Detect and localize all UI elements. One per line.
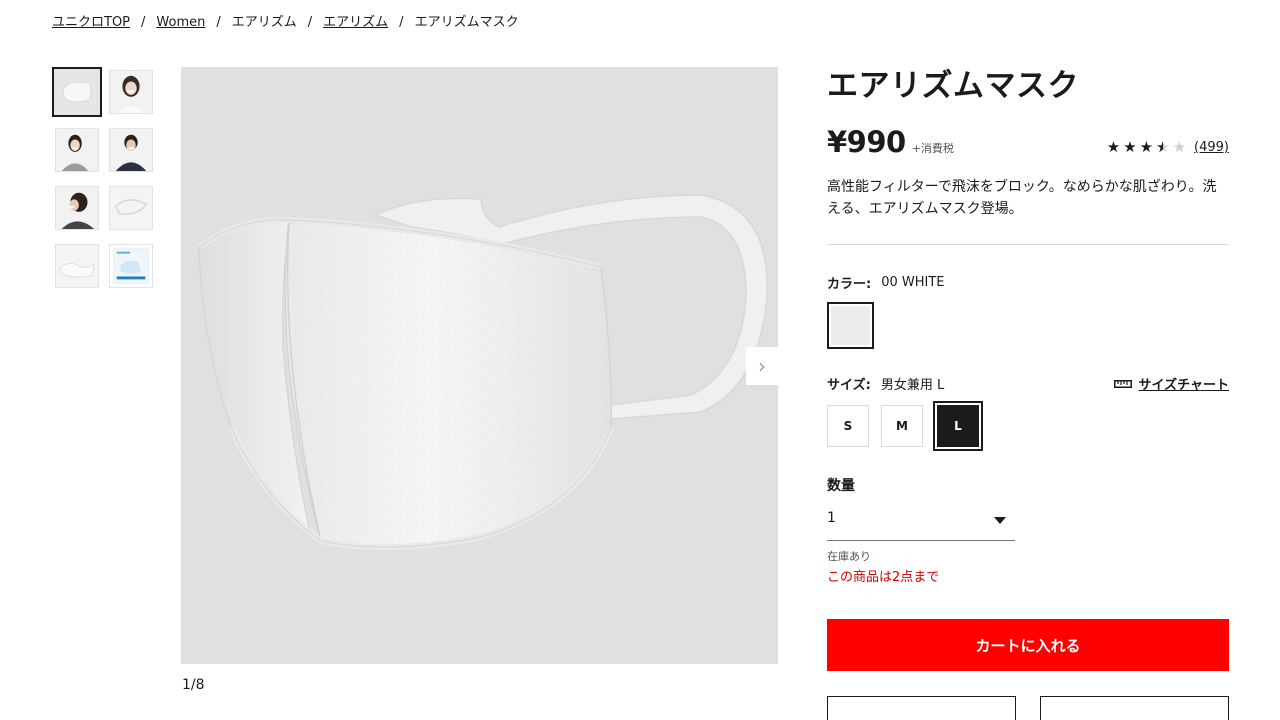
- breadcrumb-link-women[interactable]: Women: [156, 14, 205, 32]
- rating-stars: ★ ★ ★ ★ ★: [1106, 138, 1189, 156]
- quantity-value: 1: [827, 510, 836, 526]
- thumbnail-package[interactable]: [109, 244, 153, 288]
- color-label-row: カラー: 00 WHITE: [827, 273, 1229, 292]
- product-title: エアリズムマスク: [827, 68, 1079, 104]
- quantity-select[interactable]: 1: [827, 509, 1015, 541]
- star-half-icon: ★: [1156, 140, 1169, 156]
- size-label: サイズ:: [827, 378, 871, 393]
- price-row: ¥990 +消費税 ★ ★ ★ ★ ★ (499): [827, 125, 1229, 159]
- size-option-s[interactable]: S: [827, 405, 869, 447]
- product-price: ¥990: [827, 125, 906, 159]
- breadcrumb-separator: /: [141, 15, 146, 30]
- size-options: S M L: [827, 401, 1229, 451]
- tax-note: +消費税: [911, 142, 954, 155]
- size-option-l[interactable]: L: [933, 401, 983, 451]
- breadcrumb-link-airism[interactable]: エアリズム: [232, 14, 297, 32]
- ruler-icon: [1113, 379, 1132, 388]
- thumbnail-model-side[interactable]: [55, 186, 99, 230]
- thumbnail-model-grey-front[interactable]: [55, 128, 99, 172]
- thumbnail-mask-flat[interactable]: [55, 244, 99, 288]
- breadcrumb-current: エアリズムマスク: [414, 15, 519, 30]
- thumbnail-list: [52, 67, 155, 288]
- size-chart-label: サイズチャート: [1138, 378, 1229, 393]
- divider: [827, 244, 1229, 245]
- size-chart-link[interactable]: サイズチャート: [1113, 374, 1229, 393]
- size-header: サイズ: 男女兼用 L サイズチャート: [827, 374, 1229, 393]
- star-full-icon: ★: [1139, 138, 1154, 156]
- rating: ★ ★ ★ ★ ★ (499): [1106, 138, 1229, 156]
- size-section: サイズ: 男女兼用 L サイズチャート S M L: [827, 374, 1229, 451]
- stock-status: 在庫あり: [827, 550, 871, 563]
- star-full-icon: ★: [1123, 138, 1137, 156]
- add-to-cart-button[interactable]: カートに入れる: [827, 619, 1229, 671]
- product-page: ユニクロTOP / Women / エアリズム / エアリズム / エアリズムマ…: [0, 0, 1280, 720]
- product-info: エアリズムマスク ¥990 +消費税 ★ ★ ★ ★ ★ (499) 高性能フィ…: [827, 66, 1229, 720]
- secondary-buttons: [827, 696, 1229, 720]
- secondary-button-right[interactable]: [1040, 696, 1229, 720]
- quantity-section: 数量 1 在庫あり この商品は2点まで: [827, 475, 1229, 585]
- mask-image: [181, 67, 778, 664]
- main-product-image: ›: [181, 67, 778, 664]
- breadcrumb-separator: /: [399, 15, 404, 30]
- chevron-right-icon: ›: [758, 354, 766, 378]
- image-counter: 1/8: [182, 677, 205, 693]
- thumbnail-mask-straps[interactable]: [109, 186, 153, 230]
- purchase-limit: この商品は2点まで: [827, 570, 940, 585]
- star-full-icon: ★: [1106, 138, 1121, 156]
- size-option-m[interactable]: M: [881, 405, 923, 447]
- color-label: カラー:: [827, 277, 872, 292]
- thumbnail-mask-front[interactable]: [52, 67, 102, 117]
- color-value: 00 WHITE: [881, 275, 945, 290]
- price-group: ¥990 +消費税: [827, 125, 954, 159]
- product-description: 高性能フィルターで飛沫をブロック。なめらかな肌ざわり。洗える、エアリズムマスク登…: [827, 179, 1217, 217]
- color-section: カラー: 00 WHITE: [827, 273, 1229, 349]
- breadcrumb-separator: /: [216, 15, 221, 30]
- breadcrumb: ユニクロTOP / Women / エアリズム / エアリズム / エアリズムマ…: [52, 14, 519, 32]
- next-image-button[interactable]: ›: [746, 347, 778, 385]
- thumbnail-model-front[interactable]: [109, 70, 153, 114]
- secondary-button-left[interactable]: [827, 696, 1016, 720]
- swatch-fill: [831, 306, 870, 345]
- size-label-row: サイズ: 男女兼用 L: [827, 374, 944, 393]
- caret-down-icon: [994, 517, 1006, 524]
- thumbnail-model-male-front[interactable]: [109, 128, 153, 172]
- color-swatch-white[interactable]: [827, 302, 874, 349]
- quantity-label: 数量: [827, 478, 855, 494]
- review-count-link[interactable]: (499): [1194, 140, 1229, 155]
- star-empty-icon: ★: [1172, 138, 1187, 156]
- size-value: 男女兼用 L: [880, 378, 945, 393]
- breadcrumb-separator: /: [307, 15, 313, 30]
- breadcrumb-link-airism-sub[interactable]: エアリズム: [323, 14, 388, 32]
- breadcrumb-link-top[interactable]: ユニクロTOP: [52, 14, 130, 32]
